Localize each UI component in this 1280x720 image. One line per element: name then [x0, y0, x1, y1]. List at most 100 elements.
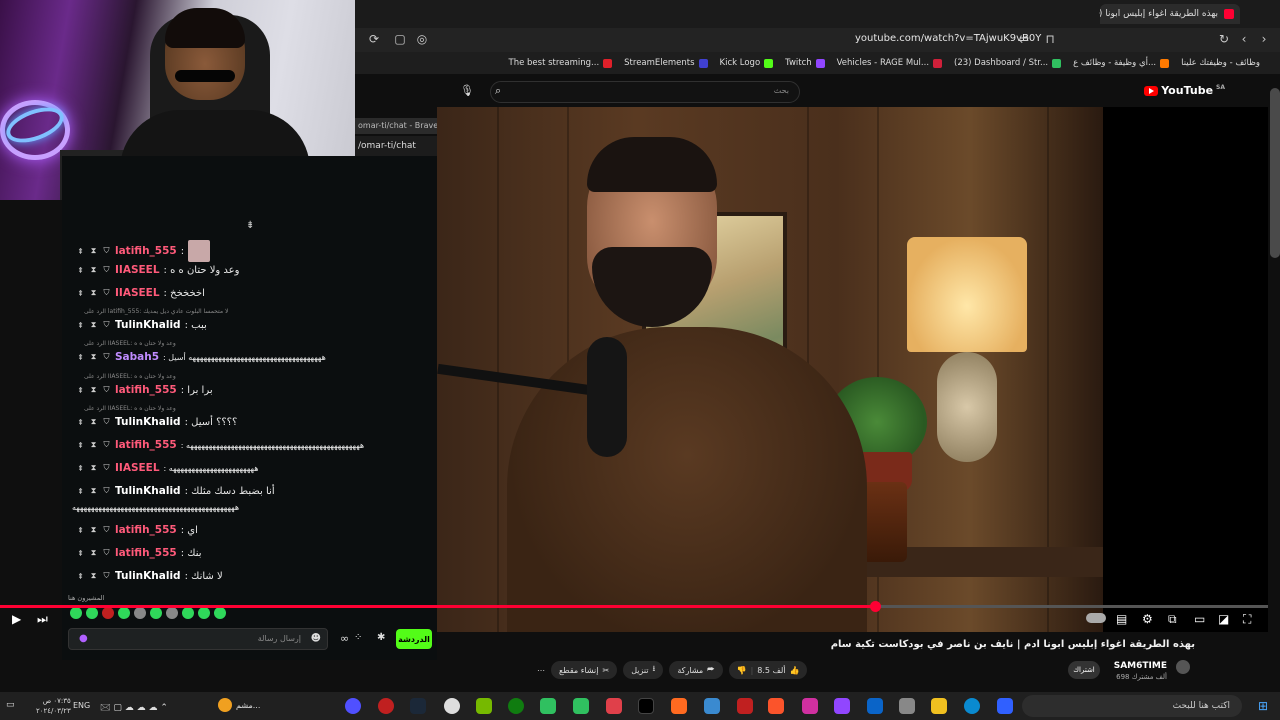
kick-chat: ⇟ ⇞ ⧗ ⛉ latifih_555 : ⇞ ⧗ ⛉ IIASEEL : وعد ول…	[62, 200, 437, 660]
reload-icon[interactable]: ⟳	[367, 32, 381, 46]
app-icon[interactable]	[540, 698, 556, 714]
app-icon[interactable]	[704, 698, 720, 714]
cast-icon[interactable]: ◪	[1218, 612, 1229, 626]
system-clock[interactable]: ٠٧:٣٥ ص ٢٠٢٤/٠٣/٢٣	[36, 696, 71, 716]
chat-username[interactable]: Sabah5	[115, 351, 159, 363]
copilot-app-icon[interactable]	[997, 698, 1013, 714]
autoplay-toggle[interactable]	[1086, 613, 1106, 623]
hourglass-icon: ⧗	[90, 246, 97, 255]
page-scrollbar[interactable]	[1270, 88, 1280, 258]
weather-widget[interactable]: مشم...	[218, 698, 260, 712]
subscribe-button[interactable]: اشتراك	[1068, 661, 1100, 679]
miniplayer-icon[interactable]: ⧉	[1168, 612, 1177, 627]
guest-jacket	[507, 327, 867, 632]
share-button[interactable]: مشاركة ⮫	[669, 661, 723, 679]
chat-username[interactable]: IIASEEL	[115, 462, 160, 474]
edge-icon[interactable]	[964, 698, 980, 714]
taskbar-search[interactable]: اكتب هنا للبحث	[1022, 695, 1242, 717]
translate-icon[interactable]: ◎	[415, 32, 429, 46]
subtitles-icon[interactable]: ▤	[1116, 612, 1127, 626]
copilot-icon[interactable]	[345, 698, 361, 714]
channel-avatar[interactable]	[1176, 660, 1190, 674]
search-icon[interactable]: ⌕	[495, 84, 501, 98]
chat-username[interactable]: IIASEEL	[115, 264, 160, 276]
refresh-icon[interactable]: ↻	[1217, 32, 1231, 46]
infinity-icon[interactable]: ∞	[340, 632, 349, 645]
play-icon[interactable]: ▶	[12, 612, 21, 626]
app-icon[interactable]	[378, 698, 394, 714]
forward-icon[interactable]: ›	[1257, 32, 1271, 46]
bookmark-item[interactable]: وظائف - وظيفتك علينا	[1181, 58, 1260, 68]
voice-search-icon[interactable]: 🎙	[460, 84, 474, 97]
player-controls: ▶ ⏭ ▤ ⚙ ⧉ ▭ ◪ ⛶	[0, 610, 1268, 632]
tray-icons[interactable]: 🖂 ▢ ☁ ☁ ☁ ⌃	[100, 700, 168, 716]
file-explorer-icon[interactable]	[931, 698, 947, 714]
youtube-play-icon	[1144, 85, 1159, 96]
chat-username[interactable]: latifih_555	[115, 384, 177, 396]
app-icon[interactable]	[899, 698, 915, 714]
browser-tab-active[interactable]: (90) بهذه الطريقة اغواء إبليس ابونا	[1100, 4, 1240, 24]
tab-title: (90) بهذه الطريقة اغواء إبليس ابونا	[1100, 9, 1218, 19]
twitch-icon[interactable]	[834, 698, 850, 714]
app-icon[interactable]	[573, 698, 589, 714]
xbox-icon[interactable]	[508, 698, 524, 714]
clip-button[interactable]: إنشاء مقطع ✂	[551, 661, 618, 679]
theater-icon[interactable]: ▭	[1194, 612, 1205, 626]
bookmark-item[interactable]: Kick Logo	[720, 58, 774, 68]
tiktok-icon[interactable]	[638, 698, 654, 714]
outlook-icon[interactable]	[867, 698, 883, 714]
video-player[interactable]	[437, 107, 1103, 632]
overflow-icon[interactable]: ⋯	[537, 666, 545, 675]
chat-username[interactable]: latifih_555	[115, 245, 177, 257]
scroll-down-icon[interactable]: ⇟	[246, 220, 254, 231]
app-icon[interactable]	[737, 698, 753, 714]
bookmark-item[interactable]: (23) Dashboard / Str...	[954, 58, 1062, 68]
settings-gear-icon[interactable]: ⚙	[1142, 612, 1153, 626]
back-icon[interactable]: ‹	[1237, 32, 1251, 46]
next-icon[interactable]: ⏭	[37, 612, 48, 627]
notification-icon[interactable]: ▭	[6, 700, 15, 710]
steam-icon[interactable]	[410, 698, 426, 714]
screenshot-icon[interactable]: ▢	[393, 32, 407, 46]
bookmark-item[interactable]: Vehicles - RAGE Mul...	[837, 58, 943, 68]
brave-icon[interactable]	[768, 698, 784, 714]
chat-username[interactable]: TulinKhalid	[115, 319, 181, 331]
chat-window-url[interactable]: /omar-ti/chat	[355, 136, 437, 156]
obs-icon[interactable]	[444, 698, 460, 714]
chat-username[interactable]: latifih_555	[115, 439, 177, 451]
chat-mentions-label: المشيرون هنا	[68, 594, 105, 602]
share-dots-icon[interactable]: ⁘	[354, 632, 362, 643]
bookmark-item[interactable]: أي وظيفة - وظائف ع...	[1073, 58, 1170, 68]
bookmark-item[interactable]: StreamElements	[624, 58, 708, 68]
app-icon[interactable]	[606, 698, 622, 714]
chat-username[interactable]: latifih_555	[115, 547, 177, 559]
channel-name[interactable]: SAM6TIME	[1114, 661, 1167, 671]
site-settings-icon[interactable]: ⇌	[1017, 32, 1031, 46]
smiley-icon[interactable]: ☻	[311, 633, 321, 644]
fullscreen-icon[interactable]: ⛶	[1243, 612, 1251, 627]
bookmark-item[interactable]: The best streaming...	[509, 58, 613, 68]
chat-text: : ههههههههههههههههههههههههههههههههههههه …	[163, 352, 326, 362]
badge-icon: ⇞	[77, 246, 84, 256]
windows-start-icon[interactable]: ⊞	[1258, 699, 1268, 713]
chat-send-button[interactable]: الدردشة	[396, 629, 432, 649]
emoji-picker-icon[interactable]: ●	[79, 633, 88, 644]
instagram-icon[interactable]	[802, 698, 818, 714]
chat-username[interactable]: TulinKhalid	[115, 485, 181, 497]
settings-icon[interactable]: ✱	[377, 632, 385, 643]
bookmark-item[interactable]: Twitch	[785, 58, 825, 68]
url-input[interactable]: youtube.com/watch?v=TAjwuK9vB0Y	[855, 33, 1041, 44]
app-icon[interactable]	[671, 698, 687, 714]
chat-username[interactable]: latifih_555	[115, 524, 177, 536]
like-dislike-group[interactable]: 👎 | 8.5 ألف 👍	[728, 661, 808, 679]
bookmark-icon[interactable]: ⊓	[1043, 32, 1057, 46]
chat-username[interactable]: IIASEEL	[115, 287, 160, 299]
chat-username[interactable]: TulinKhalid	[115, 416, 181, 428]
download-button[interactable]: تنزيل ⭳	[623, 661, 664, 679]
windows-taskbar: ▭ ٠٧:٣٥ ص ٢٠٢٤/٠٣/٢٣ ENG 🖂 ▢ ☁ ☁ ☁ ⌃ مشم…	[0, 692, 1280, 720]
nvidia-icon[interactable]	[476, 698, 492, 714]
chat-username[interactable]: TulinKhalid	[115, 570, 181, 582]
youtube-logo[interactable]: YouTube SA	[1144, 84, 1225, 97]
language-indicator[interactable]: ENG	[73, 701, 90, 710]
search-input[interactable]: بحث	[490, 81, 800, 103]
